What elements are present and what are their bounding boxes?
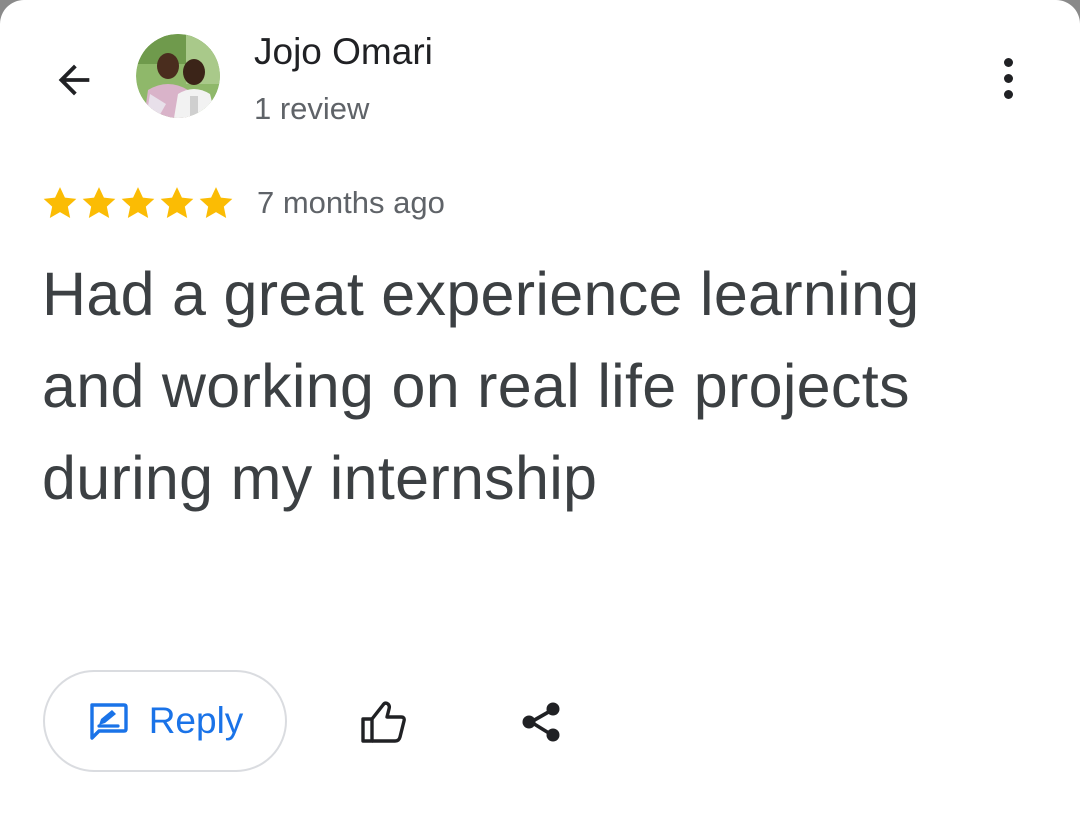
more-vert-icon [1003,57,1013,67]
star-icon [121,187,155,218]
rating-row: 7 months ago [40,180,445,226]
avatar[interactable] [136,34,220,118]
thumb-up-icon [361,701,406,743]
review-card: Jojo Omari 1 review 7 months ago Had a g… [0,0,1080,817]
review-time: 7 months ago [257,185,445,220]
more-vert-icon [1003,89,1013,99]
star-icon [82,187,116,218]
review-count: 1 review [254,91,370,126]
arrow-back-icon [58,64,90,96]
star-icon [43,187,77,218]
share-button[interactable] [512,692,572,752]
more-options-button[interactable] [982,50,1034,106]
more-vert-icon [1003,73,1013,83]
profile-photo [136,34,220,118]
reply-button[interactable]: Reply [43,670,287,772]
star-rating [40,183,235,223]
review-text: Had a great experience learning and work… [42,260,920,512]
reply-edit-icon [89,703,128,740]
reply-label: Reply [148,700,244,741]
back-button[interactable] [44,50,104,110]
share-icon [522,702,560,742]
star-icon [160,187,194,218]
star-icon [199,187,233,218]
like-button[interactable] [354,692,414,752]
review-screen: Jojo Omari 1 review 7 months ago Had a g… [0,0,1080,817]
author-name[interactable]: Jojo Omari [254,30,433,74]
